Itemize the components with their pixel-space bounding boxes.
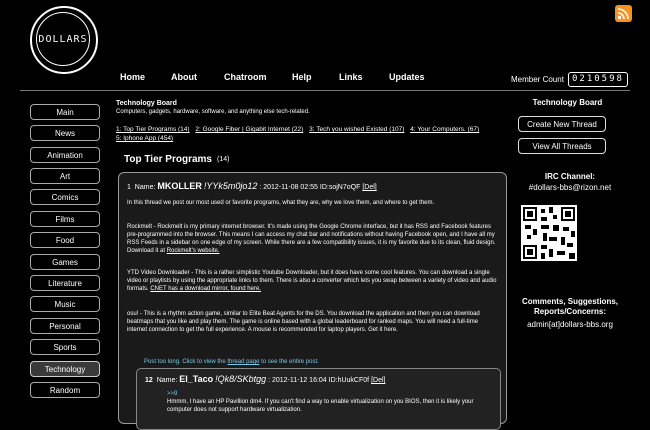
rockmelt-link[interactable]: Rockmelt's website.: [167, 248, 220, 254]
thread-list: 1: Top Tier Programs (14) 2: Google Fibe…: [116, 125, 486, 143]
delete-link[interactable]: [Del]: [371, 377, 385, 384]
sidebar-item-music[interactable]: Music: [30, 296, 100, 312]
sidebar-item-games[interactable]: Games: [30, 254, 100, 270]
reply-name-label: Name:: [156, 377, 178, 384]
qr-code-icon: [521, 205, 577, 261]
nav-updates[interactable]: Updates: [389, 72, 425, 82]
post-author: MKOLLER: [157, 181, 202, 191]
create-thread-button[interactable]: Create New Thread: [518, 116, 606, 132]
reply-header: 12 Name: El_Taco !Qk8/SKbtgg : 2012-11-1…: [145, 375, 385, 385]
sidebar-item-random[interactable]: Random: [30, 382, 100, 398]
post-tripcode: !YYk5m0jo12: [203, 181, 258, 191]
thread-link[interactable]: 3: Tech you wished Existed (107): [309, 126, 404, 133]
thread-link[interactable]: 1: Top Tier Programs (14): [116, 126, 190, 133]
cnet-link[interactable]: CNET has a download mirror, found here.: [150, 286, 261, 292]
sidebar-item-main[interactable]: Main: [30, 104, 100, 120]
post-header: 1 Name: MKOLLER !YYk5m0jo12 : 2012-11-08…: [127, 182, 377, 192]
post-name-label: Name:: [134, 184, 156, 191]
sidebar-item-sports[interactable]: Sports: [30, 339, 100, 355]
post-meta: : 2012-11-08 02:55 ID:sojN7oQF: [259, 184, 361, 191]
reply-author: El_Taco: [179, 374, 214, 384]
reply-meta: : 2012-11-12 16:04 ID:hUukCF0f: [268, 377, 370, 384]
irc-label: IRC Channel:: [544, 172, 596, 181]
reply-tripcode: !Qk8/SKbtgg: [215, 374, 267, 384]
logo[interactable]: DOLLARS: [36, 12, 90, 66]
logo-text: DOLLARS: [38, 33, 88, 45]
thread-link[interactable]: 4: Your Computers. (67): [410, 126, 479, 133]
reply-number: 12: [145, 377, 153, 384]
post-paragraph: Rockmelt - Rockmelt is my primary intern…: [127, 224, 496, 254]
right-panel-title: Technology Board: [532, 98, 603, 107]
post-number: 1: [127, 184, 131, 191]
sidebar-item-news[interactable]: News: [30, 125, 100, 141]
post-paragraph: In this thread we post our most used or …: [127, 200, 435, 206]
delete-link[interactable]: [Del]: [362, 184, 376, 191]
sidebar-item-animation[interactable]: Animation: [30, 147, 100, 163]
sidebar-item-comics[interactable]: Comics: [30, 189, 100, 205]
nav-about[interactable]: About: [171, 72, 197, 82]
reply-container: 12 Name: El_Taco !Qk8/SKbtgg : 2012-11-1…: [136, 368, 501, 430]
nav-links[interactable]: Links: [339, 72, 363, 82]
sidebar-item-technology[interactable]: Technology: [30, 361, 100, 377]
thread-link[interactable]: 5: Iphone App (454): [116, 135, 173, 142]
sidebar-item-art[interactable]: Art: [30, 168, 100, 184]
contact-email: admin[at]dollars-bbs.org: [527, 320, 613, 329]
sidebar-item-personal[interactable]: Personal: [30, 318, 100, 334]
reply-quote-link[interactable]: >>9: [167, 390, 177, 398]
thread-page-link[interactable]: thread page: [227, 359, 259, 365]
view-all-threads-button[interactable]: View All Threads: [518, 138, 606, 154]
post-paragraph: osu! - This is a rhythm action game, sim…: [127, 311, 480, 333]
sidebar-item-films[interactable]: Films: [30, 211, 100, 227]
thread-link[interactable]: 2: Google Fiber | Gigabit Internet (22): [195, 126, 303, 133]
member-count-value: 0210598: [568, 72, 628, 87]
nav-help[interactable]: Help: [292, 72, 312, 82]
thread-reply-count: (14): [217, 156, 230, 163]
member-count-label: Member Count: [511, 75, 564, 84]
header-divider: [20, 90, 630, 91]
sidebar-item-literature[interactable]: Literature: [30, 275, 100, 291]
nav-chatroom[interactable]: Chatroom: [224, 72, 267, 82]
post-too-long-notice: Post too long. Click to view the thread …: [144, 359, 319, 365]
nav-home[interactable]: Home: [120, 72, 145, 82]
sidebar-item-food[interactable]: Food: [30, 232, 100, 248]
reply-text: Hmmm, I have an HP Pavillion dm4. If you…: [167, 399, 474, 413]
rss-icon[interactable]: [615, 5, 632, 22]
board-description: Computers, gadgets, hardware, software, …: [116, 109, 310, 115]
irc-channel: #dollars-bbs@rizon.net: [528, 183, 612, 192]
thread-title: Top Tier Programs: [124, 154, 212, 165]
board-title: Technology Board: [116, 100, 177, 107]
contact-label: Comments, Suggestions, Reports/Concerns:: [521, 297, 618, 316]
post-paragraph: YTD Video Downloader - This is a rather …: [127, 270, 497, 292]
